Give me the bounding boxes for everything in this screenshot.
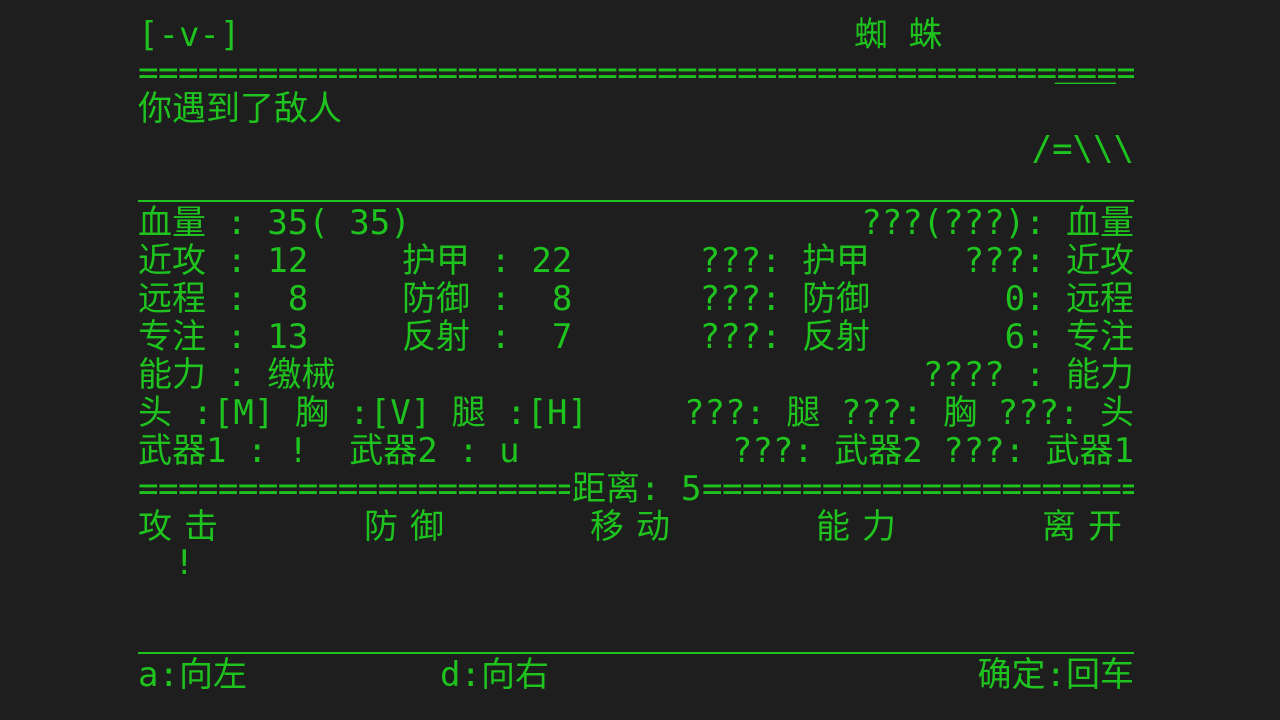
distance-rule-right: ======================= [702, 470, 1134, 508]
menu-move[interactable]: 移动 [590, 508, 682, 546]
player-ability: 能力 : 缴械 [138, 355, 336, 395]
menu-leave[interactable]: 离开 [1042, 508, 1134, 546]
header-row: [-v-] 蜘 蛛 [138, 16, 1134, 54]
enemy-ranged: 0: 远程 [1004, 279, 1134, 319]
player-reflect: 反射 : 7 [402, 317, 573, 357]
menu-defend[interactable]: 防御 [364, 508, 456, 546]
player-face: [-v-] [138, 15, 241, 55]
menu-attack[interactable]: 攻击 [138, 508, 230, 546]
stats-row-hp: 血量 : 35( 35) ???(???): 血量 [138, 204, 1134, 242]
player-focus: 专注 : 13 [138, 317, 309, 357]
stats-row-ranged: 远程 : 8 防御 : 8 ???: 防御 0: 远程 [138, 280, 1134, 318]
hint-right: d:向右 [440, 655, 549, 695]
hint-confirm: 确定:回车 [977, 655, 1134, 695]
enemy-ability: ???? : 能力 [922, 355, 1134, 395]
hint-left: a:向左 [138, 655, 247, 695]
enemy-melee: ???: 近攻 [963, 241, 1134, 281]
distance-label: 距离: 5 [572, 470, 702, 508]
player-melee: 近攻 : 12 [138, 241, 309, 281]
stats-row-ability: 能力 : 缴械 ???? : 能力 [138, 356, 1134, 394]
stats-row-weapons: 武器1 : ! 武器2 : u ???: 武器2 ???: 武器1 [138, 432, 1134, 470]
distance-rule-left: ====================== [138, 470, 570, 508]
menu-ability[interactable]: 能力 [816, 508, 908, 546]
enemy-art-line-2: /=\\\ [1031, 129, 1134, 169]
enemy-weapons: ???: 武器2 ???: 武器1 [731, 431, 1134, 471]
player-hp: 血量 : 35( 35) [138, 203, 411, 243]
player-ranged: 远程 : 8 [138, 279, 309, 319]
stats-row-melee: 近攻 : 12 护甲 : 22 ???: 护甲 ???: 近攻 [138, 242, 1134, 280]
top-separator: ========================================… [138, 54, 1134, 92]
action-menu: 攻击 防御 移动 能力 离开 [138, 508, 1134, 546]
player-defense: 防御 : 8 [402, 279, 573, 319]
distance-separator: ====================== 距离: 5 ===========… [138, 470, 1134, 508]
player-equipment: 头 :[M] 胸 :[V] 腿 :[H] [138, 393, 588, 433]
enemy-name: 蜘 蛛 [854, 15, 943, 55]
stats-row-equip: 头 :[M] 胸 :[V] 腿 :[H] ???: 腿 ???: 胸 ???: … [138, 394, 1134, 432]
divider-lower [138, 652, 1134, 654]
stats-row-focus: 专注 : 13 反射 : 7 ???: 反射 6: 专注 [138, 318, 1134, 356]
enemy-focus: 6: 专注 [1004, 317, 1134, 357]
divider-upper [138, 200, 1134, 202]
enemy-reflect: ???: 反射 [699, 317, 870, 357]
player-armor: 护甲 : 22 [402, 241, 573, 281]
enemy-hp: ???(???): 血量 [861, 203, 1134, 243]
player-weapons: 武器1 : ! 武器2 : u [138, 431, 520, 471]
cursor-row: ! [138, 544, 1134, 582]
message-line: 你遇到了敌人 [138, 89, 342, 129]
selection-cursor: ! [174, 543, 195, 583]
game-screen: [-v-] 蜘 蛛 ___ /=\\\ ====================… [138, 0, 1134, 720]
enemy-armor: ???: 护甲 [699, 241, 870, 281]
footer-row: a:向左 d:向右 确定:回车 [138, 656, 1134, 694]
enemy-defense: ???: 防御 [699, 279, 870, 319]
enemy-equipment: ???: 腿 ???: 胸 ???: 头 [684, 393, 1134, 433]
